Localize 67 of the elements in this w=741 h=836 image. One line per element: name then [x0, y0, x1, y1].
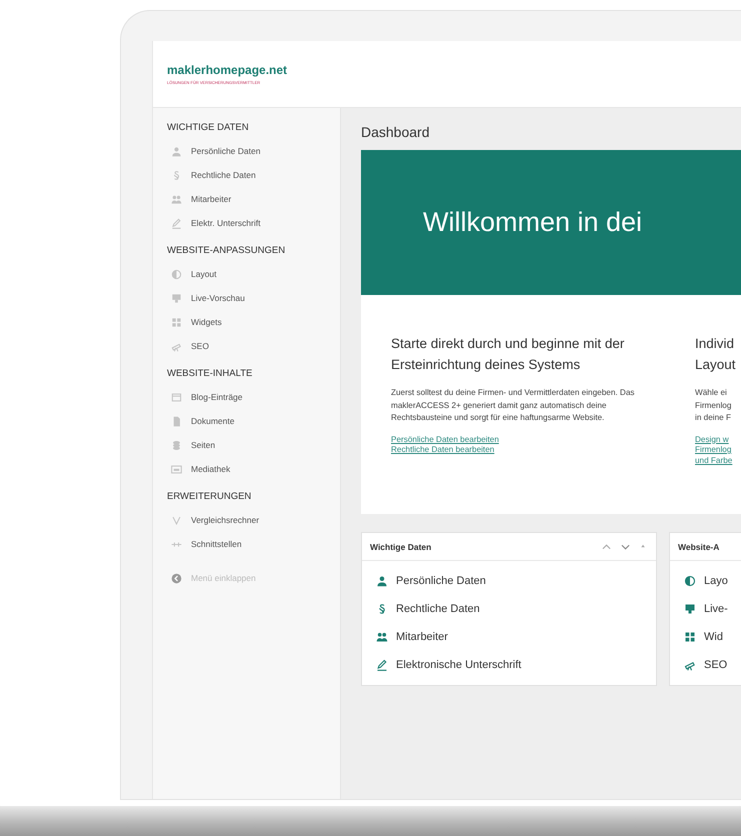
window-icon	[171, 392, 182, 402]
card-text: Wähle ei	[695, 387, 728, 399]
brand-name: maklerhomepage.net	[167, 63, 288, 77]
widget-link[interactable]: Persönliche Daten	[376, 567, 642, 595]
pen-icon	[171, 218, 182, 228]
v-icon	[171, 514, 182, 526]
sidebar-section-title: ERWEITERUNGEN	[167, 490, 252, 504]
person-icon	[376, 575, 388, 587]
people-icon	[171, 194, 182, 204]
welcome-heading: Willkommen in dei	[423, 207, 642, 238]
widget-link[interactable]: Elektronische Unterschrift	[376, 651, 642, 679]
person-icon	[171, 146, 182, 156]
sidebar-item[interactable]: Dokumente	[167, 409, 340, 433]
text-link[interactable]: Design w	[695, 434, 729, 445]
paragraph-icon	[171, 170, 182, 180]
monitor-icon	[684, 603, 696, 615]
sidebar-item[interactable]: Live-Vorschau	[167, 286, 340, 310]
sidebar-section-title: WEBSITE-INHALTE	[167, 367, 254, 381]
monitor-icon	[171, 292, 182, 304]
sidebar-item[interactable]: Mitarbeiter	[167, 187, 340, 211]
sidebar-item[interactable]: Elektr. Unterschrift	[167, 211, 340, 235]
sidebar-item[interactable]: Layout	[167, 262, 340, 286]
sidebar-item[interactable]: Rechtliche Daten	[167, 163, 340, 187]
caret-down-icon	[621, 544, 630, 550]
sidebar-item[interactable]: Blog-Einträge	[167, 385, 340, 409]
text-link[interactable]: Rechtliche Daten bearbeiten	[391, 445, 494, 456]
widget-link[interactable]: Layo	[684, 567, 732, 595]
sidebar-item[interactable]: SEO	[167, 334, 340, 358]
sidebar-section-title: WICHTIGE DATEN	[167, 121, 250, 135]
caret-up-icon	[602, 544, 611, 550]
triangle-icon	[640, 544, 646, 548]
sidebar-item[interactable]: Seiten	[167, 433, 340, 457]
sidebar-item[interactable]: Widgets	[167, 310, 340, 334]
text-link[interactable]: Firmenlog	[695, 445, 732, 456]
pen-icon	[376, 659, 388, 671]
card-text: Firmenlog	[695, 400, 732, 412]
sidebar-item[interactable]: Schnittstellen	[167, 532, 340, 556]
image-icon	[171, 464, 182, 474]
widget-link[interactable]: Mitarbeiter	[376, 623, 642, 651]
card-heading: Individ	[695, 335, 736, 353]
document-icon	[171, 416, 182, 426]
text-link[interactable]: und Farbe	[695, 456, 732, 466]
contrast-icon	[684, 575, 696, 587]
widget-title: Website-A	[678, 542, 720, 552]
card-text: in deine F	[695, 412, 732, 424]
sidebar-item[interactable]: Persönliche Daten	[167, 139, 340, 163]
widget-title: Wichtige Daten	[370, 542, 432, 552]
widget-link[interactable]: Wid	[684, 623, 732, 651]
stack-icon	[171, 440, 182, 450]
card-text: Zuerst solltest du deine Firmen- und Vermittlerdaten eingeben. Das maklerACCESS 2+ generiert damit ganz automatisch deine Rechtsbausteine und sorgt für eine haftungsarme Website.	[391, 387, 636, 424]
sidebar-section-title: WEBSITE-ANPASSUNGEN	[167, 244, 286, 258]
widget-link[interactable]: Rechtliche Daten	[376, 595, 642, 623]
sidebar-item[interactable]: Vergleichsrechner	[167, 508, 340, 532]
people-icon	[376, 631, 388, 643]
telescope-icon	[684, 659, 696, 671]
sidebar-item[interactable]: Mediathek	[167, 457, 340, 481]
card-heading: Starte direkt durch und beginne mit der Ersteinrichtung deines Systems	[391, 335, 626, 374]
text-link[interactable]: Persönliche Daten bearbeiten	[391, 434, 499, 445]
move-up-button[interactable]	[600, 542, 613, 552]
widget-link[interactable]: Live-	[684, 595, 732, 623]
contrast-icon	[171, 268, 182, 280]
grid-icon	[171, 316, 182, 328]
grid-icon	[684, 631, 696, 643]
card-heading: Layout	[695, 356, 737, 374]
page-title: Dashboard	[361, 123, 430, 142]
widget-link[interactable]: SEO	[684, 651, 732, 679]
collapse-icon	[171, 572, 182, 584]
